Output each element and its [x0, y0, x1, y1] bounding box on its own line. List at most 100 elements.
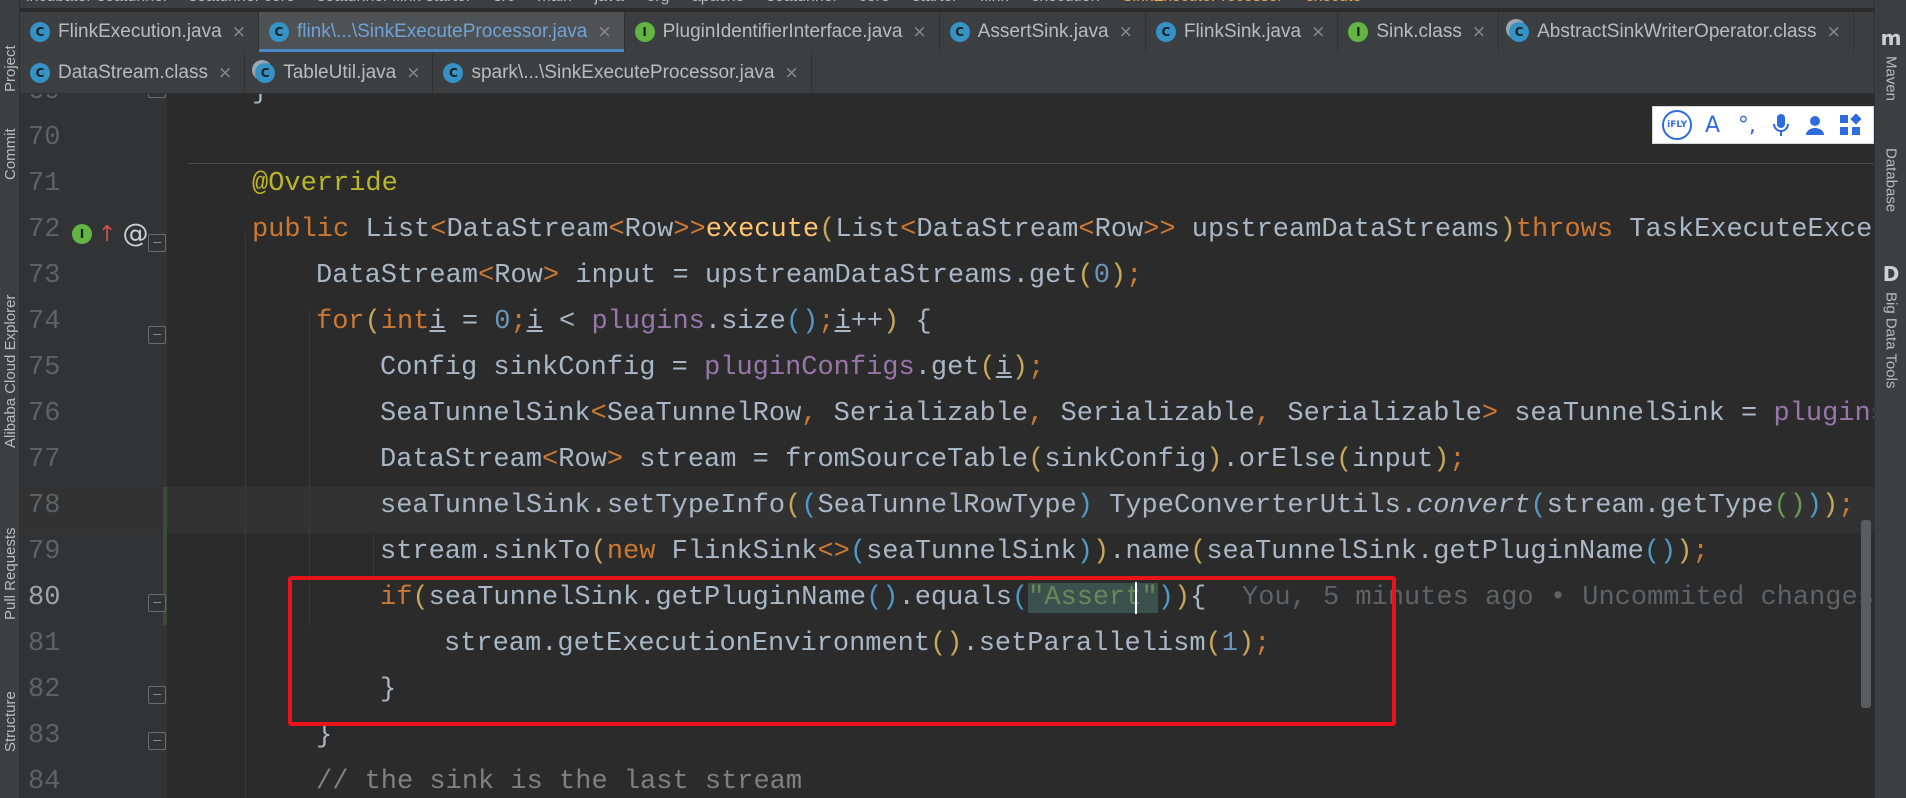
breadcrumb-item[interactable]: execution	[1031, 0, 1100, 5]
close-icon[interactable]: ×	[912, 22, 926, 42]
code-line[interactable]: public List < DataStream < Row >> execute(Lis…	[252, 207, 1874, 253]
breadcrumb-item[interactable]: apache	[692, 0, 745, 5]
close-icon[interactable]: ×	[597, 22, 611, 42]
fold-marker[interactable]	[148, 94, 166, 98]
tab-flink-execution[interactable]: C FlinkExecution.java ×	[20, 12, 259, 52]
code-line[interactable]: Config sinkConfig = pluginConfigs .get(i)…	[380, 345, 1044, 391]
tab-label: FlinkSink.java	[1183, 21, 1302, 42]
close-icon[interactable]: ×	[785, 63, 799, 83]
code-line[interactable]: }	[252, 94, 268, 115]
tab-flink-sink[interactable]: C FlinkSink.java ×	[1146, 12, 1339, 52]
code-line[interactable]: seaTunnelSink.setTypeInfo((SeaTunnelRowT…	[380, 483, 1854, 529]
fold-marker[interactable]	[148, 594, 166, 612]
tab-abstract-sink-writer-operator[interactable]: C AbstractSinkWriterOperator.class ×	[1499, 12, 1854, 52]
code-line[interactable]: // the sink is the last stream	[316, 759, 802, 798]
breadcrumb-item[interactable]: incubator-seatunnel	[26, 0, 167, 5]
close-icon[interactable]: ×	[1472, 22, 1486, 42]
overrides-arrow-icon[interactable]: ↑	[98, 222, 116, 247]
class-icon: C	[30, 22, 50, 42]
tool-maven-label: Maven	[1882, 56, 1900, 102]
tab-datastream-class[interactable]: C DataStream.class ×	[20, 53, 246, 93]
breadcrumb-item[interactable]: main	[537, 0, 572, 5]
code-line[interactable]: stream.sinkTo(new FlinkSink <>(seaTunnelS…	[380, 529, 1709, 575]
tool-commit[interactable]: Commit	[0, 108, 20, 180]
implements-icon[interactable]: I	[72, 224, 92, 244]
class-icon: C	[443, 63, 464, 83]
breadcrumb-item[interactable]: starter	[912, 0, 957, 5]
line-number: 79	[28, 537, 61, 567]
breadcrumb-current-method[interactable]: execute	[1305, 0, 1361, 5]
tab-table-util[interactable]: C TableUtil.java ×	[245, 53, 434, 93]
tab-label: AbstractSinkWriterOperator.class	[1537, 21, 1817, 42]
big-data-tools-icon: D	[1882, 262, 1900, 286]
tool-pull-requests[interactable]: Pull Requests	[0, 498, 20, 620]
tab-sink-class[interactable]: I Sink.class ×	[1338, 12, 1500, 52]
left-tool-strip: Project Commit Alibaba Cloud Explorer Pu…	[0, 0, 20, 798]
close-icon[interactable]: ×	[232, 22, 246, 42]
font-mode-icon[interactable]: A	[1698, 111, 1726, 139]
breadcrumb-item[interactable]: flink	[980, 0, 1008, 5]
code-line[interactable]: DataStream < Row > input = upstreamDataStre…	[316, 253, 1142, 299]
breadcrumb-item[interactable]: org	[646, 0, 669, 5]
breadcrumb-item[interactable]: seatunnel	[767, 0, 836, 5]
tool-project-label: Project	[1, 45, 19, 92]
line-number: 81	[28, 629, 61, 659]
close-icon[interactable]: ×	[1827, 22, 1841, 42]
code-line[interactable]: SeaTunnelSink < SeaTunnelRow, Serializable…	[380, 391, 1874, 437]
tool-pull-requests-label: Pull Requests	[1, 527, 19, 620]
close-icon[interactable]: ×	[218, 63, 232, 83]
breadcrumb-item[interactable]: src	[494, 0, 515, 5]
punctuation-icon[interactable]: °,	[1733, 111, 1761, 139]
tool-database-label: Database	[1882, 148, 1900, 213]
user-icon[interactable]	[1801, 111, 1829, 139]
breadcrumb-item[interactable]: seatunnel-core	[189, 0, 295, 5]
tab-label: Sink.class	[1376, 21, 1462, 42]
breadcrumb: incubator-seatunnel seatunnel-core seatu…	[20, 0, 1874, 8]
breadcrumb-current-class[interactable]: SinkExecuteProcessor	[1122, 0, 1283, 5]
breadcrumb-item[interactable]: seatunnel-flink-starter	[317, 0, 471, 5]
line-number: 84	[28, 767, 61, 797]
tool-structure-label: Structure	[1, 691, 19, 752]
close-icon[interactable]: ×	[1311, 22, 1325, 42]
close-icon[interactable]: ×	[1119, 22, 1133, 42]
tab-flink-sink-execute-processor[interactable]: C flink\...\SinkExecuteProcessor.java ×	[258, 12, 625, 52]
breadcrumb-item[interactable]: java	[595, 0, 624, 5]
tool-project[interactable]: Project	[0, 0, 20, 92]
right-tool-strip: m Maven Database D Big Data Tools	[1874, 0, 1906, 798]
line-number: 78	[28, 491, 61, 521]
indent-guide	[245, 234, 246, 798]
tool-database[interactable]: Database	[1875, 142, 1906, 212]
breadcrumb-item[interactable]: core	[859, 0, 890, 5]
tab-plugin-identifier-interface[interactable]: I PluginIdentifierInterface.java ×	[625, 12, 940, 52]
annotation-icon[interactable]: @	[122, 219, 148, 249]
apps-icon[interactable]	[1836, 111, 1864, 139]
tab-label: AssertSink.java	[977, 21, 1109, 42]
code-line[interactable]: for (int i = 0; i < plugins .size(); i ++)…	[316, 299, 932, 345]
compiled-class-icon: C	[1509, 22, 1530, 42]
tool-alibaba-cloud-explorer-label: Alibaba Cloud Explorer	[1, 294, 19, 448]
line-number: 73	[28, 261, 61, 291]
fold-marker[interactable]	[148, 686, 166, 704]
close-icon[interactable]: ×	[406, 63, 420, 83]
tool-maven[interactable]: m Maven	[1875, 26, 1906, 101]
tab-label: PluginIdentifierInterface.java	[662, 21, 903, 42]
fold-marker[interactable]	[148, 234, 166, 252]
tab-label: spark\...\SinkExecuteProcessor.java	[471, 62, 775, 83]
tool-commit-label: Commit	[1, 128, 19, 180]
fold-marker[interactable]	[148, 732, 166, 750]
ifly-logo-icon[interactable]: iFLY	[1662, 110, 1693, 140]
microphone-icon[interactable]	[1767, 111, 1795, 139]
ime-toolbar: iFLY A °,	[1652, 106, 1874, 144]
tool-alibaba-cloud-explorer[interactable]: Alibaba Cloud Explorer	[0, 258, 20, 448]
tab-assert-sink[interactable]: C AssertSink.java ×	[940, 12, 1146, 52]
tab-spark-sink-execute-processor[interactable]: C spark\...\SinkExecuteProcessor.java ×	[433, 53, 812, 93]
line-number: 76	[28, 399, 61, 429]
class-icon: C	[949, 22, 970, 42]
tool-big-data-tools[interactable]: D Big Data Tools	[1875, 262, 1906, 388]
vertical-scrollbar-thumb[interactable]	[1861, 520, 1871, 708]
code-line[interactable]: @Override	[252, 161, 398, 207]
tool-structure[interactable]: Structure	[0, 660, 20, 752]
code-line[interactable]: DataStream < Row > stream = fromSourceTable…	[380, 437, 1466, 483]
line-number: 71	[28, 169, 61, 199]
fold-marker[interactable]	[148, 326, 166, 344]
